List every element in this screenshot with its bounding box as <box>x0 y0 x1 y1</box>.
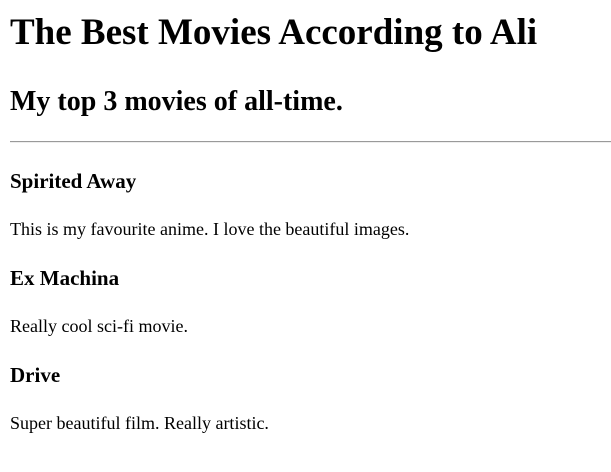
movie-description: This is my favourite anime. I love the b… <box>10 219 410 239</box>
movie-title: Ex Machina <box>10 266 120 290</box>
page-title: The Best Movies According to Ali <box>10 12 538 53</box>
divider <box>10 141 611 143</box>
page-subtitle: My top 3 movies of all-time. <box>10 86 343 117</box>
page: The Best Movies According to Ali My top … <box>10 0 611 472</box>
movie-description: Super beautiful film. Really artistic. <box>10 413 269 433</box>
movie-description: Really cool sci-fi movie. <box>10 316 188 336</box>
movie-title: Spirited Away <box>10 169 137 193</box>
movie-title: Drive <box>10 363 61 387</box>
